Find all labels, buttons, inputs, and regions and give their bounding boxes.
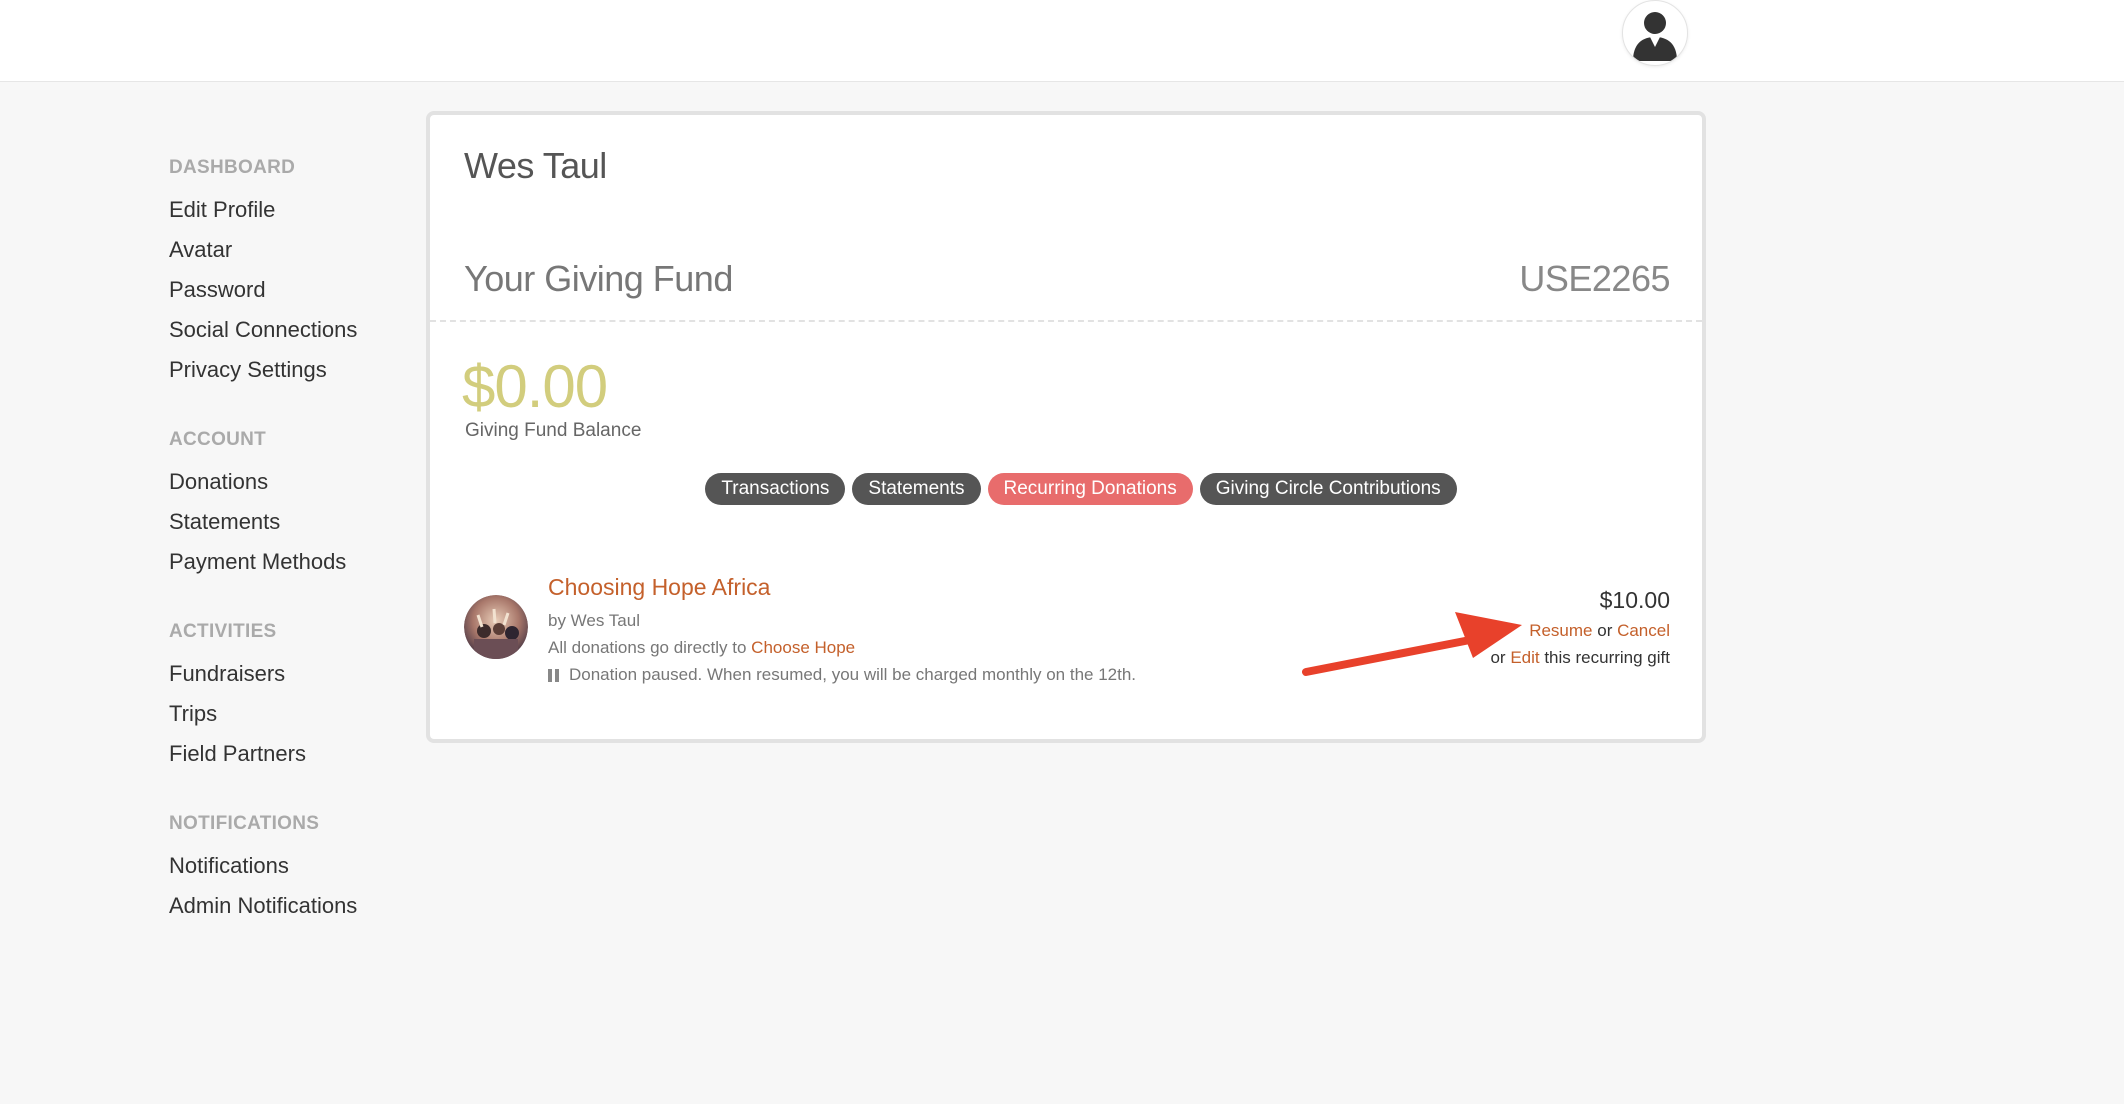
sidebar-group-account: ACCOUNT Donations Statements Payment Method… — [169, 422, 449, 582]
tab-statements[interactable]: Statements — [852, 473, 981, 505]
sidebar-item-fundraisers[interactable]: Fundraisers — [169, 654, 449, 694]
user-avatar[interactable] — [1622, 0, 1688, 66]
sidebar-group-dashboard: DASHBOARD Edit Profile Avatar Password Socia… — [169, 150, 449, 390]
sidebar-item-notifications[interactable]: Notifications — [169, 846, 449, 886]
cancel-link[interactable]: Cancel — [1617, 621, 1670, 640]
or-text: or — [1592, 621, 1618, 640]
sidebar-item-field-partners[interactable]: Field Partners — [169, 734, 449, 774]
charity-avatar — [464, 595, 528, 659]
divider — [430, 320, 1702, 322]
sidebar-heading: NOTIFICATIONS — [169, 813, 320, 834]
top-bar — [0, 0, 2124, 82]
tab-bar: Transactions Statements Recurring Donation… — [430, 473, 1702, 505]
sidebar-item-donations[interactable]: Donations — [169, 462, 449, 502]
edit-suffix: this recurring gift — [1539, 648, 1670, 667]
donation-status: Donation paused. When resumed, you will … — [548, 665, 1136, 685]
user-icon — [1633, 12, 1677, 61]
donation-status-text: Donation paused. When resumed, you will … — [569, 665, 1137, 684]
donation-direct-prefix: All donations go directly to — [548, 638, 752, 657]
fund-balance-label: Giving Fund Balance — [465, 420, 642, 441]
sidebar-item-trips[interactable]: Trips — [169, 694, 449, 734]
sidebar-item-password[interactable]: Password — [169, 270, 449, 310]
donation-actions: Resume or Cancel — [1529, 621, 1670, 641]
sidebar-heading: ACTIVITIES — [169, 621, 277, 642]
sidebar-item-social-connections[interactable]: Social Connections — [169, 310, 449, 350]
sidebar-item-privacy-settings[interactable]: Privacy Settings — [169, 350, 449, 390]
tab-recurring-donations[interactable]: Recurring Donations — [987, 473, 1193, 505]
fund-title: Your Giving Fund — [464, 258, 733, 299]
tab-giving-circle-contributions[interactable]: Giving Circle Contributions — [1199, 473, 1457, 505]
sidebar-item-avatar[interactable]: Avatar — [169, 230, 449, 270]
profile-name: Wes Taul — [464, 145, 607, 186]
sidebar-group-activities: ACTIVITIES Fundraisers Trips Field Partners — [169, 614, 449, 774]
fund-balance: $0.00 — [462, 353, 608, 420]
sidebar-nav: DASHBOARD Edit Profile Avatar Password Socia… — [169, 150, 449, 958]
donation-by: by Wes Taul — [548, 611, 640, 630]
fund-code: USE2265 — [1519, 258, 1670, 299]
pause-icon — [548, 668, 559, 682]
donation-direct-text: All donations go directly to Choose Hope — [548, 638, 855, 658]
annotation-arrow-icon — [1302, 612, 1522, 676]
donation-title-link[interactable]: Choosing Hope Africa — [548, 574, 770, 601]
donation-amount: $10.00 — [1599, 587, 1670, 613]
resume-link[interactable]: Resume — [1529, 621, 1592, 640]
sidebar-item-edit-profile[interactable]: Edit Profile — [169, 190, 449, 230]
choose-hope-link[interactable]: Choose Hope — [751, 638, 855, 657]
sidebar-heading: ACCOUNT — [169, 429, 267, 450]
sidebar-item-payment-methods[interactable]: Payment Methods — [169, 542, 449, 582]
sidebar-item-admin-notifications[interactable]: Admin Notifications — [169, 886, 449, 926]
sidebar-group-notifications: NOTIFICATIONS Notifications Admin Notifica… — [169, 806, 449, 926]
tab-transactions[interactable]: Transactions — [705, 473, 846, 505]
charity-photo-icon — [464, 595, 528, 659]
sidebar-heading: DASHBOARD — [169, 157, 296, 178]
sidebar-item-statements[interactable]: Statements — [169, 502, 449, 542]
